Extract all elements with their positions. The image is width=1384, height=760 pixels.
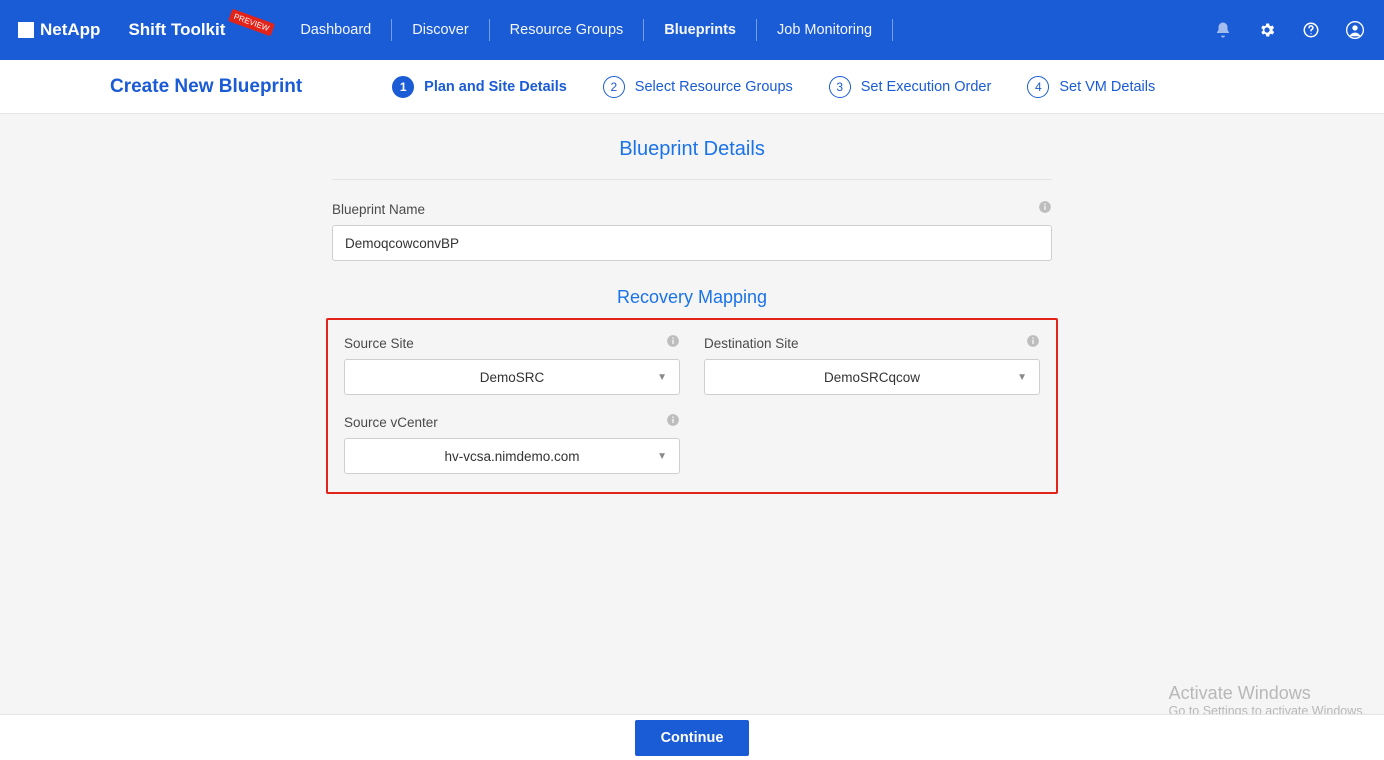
brand-text: NetApp	[40, 20, 100, 40]
preview-badge: PREVIEW	[229, 8, 276, 36]
info-icon[interactable]	[1038, 200, 1052, 219]
nav-separator	[643, 19, 644, 41]
destination-site-select[interactable]: DemoSRCqcow ▼	[704, 359, 1040, 395]
step-label: Set Execution Order	[861, 79, 992, 95]
info-icon[interactable]	[666, 334, 680, 353]
step-number: 1	[392, 76, 414, 98]
gear-icon[interactable]	[1256, 19, 1278, 41]
nav-resource-groups[interactable]: Resource Groups	[508, 18, 626, 42]
blueprint-name-input[interactable]	[332, 225, 1052, 261]
chevron-down-icon: ▼	[657, 372, 667, 383]
step-number: 2	[603, 76, 625, 98]
select-value: DemoSRCqcow	[824, 370, 920, 385]
step-set-vm-details[interactable]: 4 Set VM Details	[1027, 76, 1155, 98]
step-number: 3	[829, 76, 851, 98]
windows-watermark: Activate Windows Go to Settings to activ…	[1169, 683, 1366, 718]
nav-dashboard[interactable]: Dashboard	[298, 18, 373, 42]
wizard-stepper: Create New Blueprint 1 Plan and Site Det…	[0, 60, 1384, 114]
source-vcenter-select[interactable]: hv-vcsa.nimdemo.com ▼	[344, 438, 680, 474]
nav-discover[interactable]: Discover	[410, 18, 470, 42]
vcenter-row: Source vCenter hv-vcsa.nimdemo.com ▼	[344, 413, 1040, 474]
step-set-execution-order[interactable]: 3 Set Execution Order	[829, 76, 992, 98]
step-label: Set VM Details	[1059, 79, 1155, 95]
destination-site-label: Destination Site	[704, 336, 799, 351]
select-value: DemoSRC	[480, 370, 545, 385]
source-site-select[interactable]: DemoSRC ▼	[344, 359, 680, 395]
step-select-resource-groups[interactable]: 2 Select Resource Groups	[603, 76, 793, 98]
product-name: Shift Toolkit	[128, 20, 225, 40]
label-row: Blueprint Name	[332, 200, 1052, 219]
section-divider	[332, 179, 1052, 180]
empty-col	[704, 413, 1040, 474]
top-navbar: NetApp Shift Toolkit PREVIEW Dashboard D…	[0, 0, 1384, 60]
chevron-down-icon: ▼	[657, 451, 667, 462]
label-row: Source Site	[344, 334, 680, 353]
wizard-footer: Continue	[0, 714, 1384, 760]
select-value: hv-vcsa.nimdemo.com	[444, 449, 579, 464]
step-label: Plan and Site Details	[424, 79, 567, 95]
chevron-down-icon: ▼	[1017, 372, 1027, 383]
source-site-col: Source Site DemoSRC ▼	[344, 334, 680, 395]
nav-job-monitoring[interactable]: Job Monitoring	[775, 18, 874, 42]
primary-nav: Dashboard Discover Resource Groups Bluep…	[298, 18, 911, 42]
netapp-logo-icon	[18, 22, 34, 38]
site-row: Source Site DemoSRC ▼ Destination Site	[344, 334, 1040, 395]
main-content: Blueprint Details Blueprint Name Recover…	[0, 114, 1384, 494]
nav-separator	[489, 19, 490, 41]
label-row: Source vCenter	[344, 413, 680, 432]
info-icon[interactable]	[1026, 334, 1040, 353]
step-plan-and-site-details[interactable]: 1 Plan and Site Details	[392, 76, 567, 98]
nav-separator	[892, 19, 893, 41]
recovery-mapping-heading: Recovery Mapping	[0, 287, 1384, 308]
bell-icon[interactable]	[1212, 19, 1234, 41]
steps-container: 1 Plan and Site Details 2 Select Resourc…	[392, 76, 1155, 98]
blueprint-details-heading: Blueprint Details	[0, 138, 1384, 161]
brand-logo: NetApp	[18, 20, 100, 40]
step-label: Select Resource Groups	[635, 79, 793, 95]
step-number: 4	[1027, 76, 1049, 98]
blueprint-name-label: Blueprint Name	[332, 202, 425, 217]
watermark-title: Activate Windows	[1169, 683, 1366, 704]
continue-button[interactable]: Continue	[635, 720, 750, 756]
user-icon[interactable]	[1344, 19, 1366, 41]
page-title: Create New Blueprint	[110, 76, 302, 98]
nav-separator	[756, 19, 757, 41]
label-row: Destination Site	[704, 334, 1040, 353]
help-icon[interactable]	[1300, 19, 1322, 41]
blueprint-details-form: Blueprint Name	[332, 200, 1052, 261]
info-icon[interactable]	[666, 413, 680, 432]
source-vcenter-label: Source vCenter	[344, 415, 438, 430]
top-right-actions	[1212, 19, 1366, 41]
recovery-mapping-section: Source Site DemoSRC ▼ Destination Site	[326, 318, 1058, 494]
nav-blueprints[interactable]: Blueprints	[662, 18, 738, 42]
source-vcenter-col: Source vCenter hv-vcsa.nimdemo.com ▼	[344, 413, 680, 474]
source-site-label: Source Site	[344, 336, 414, 351]
nav-separator	[391, 19, 392, 41]
destination-site-col: Destination Site DemoSRCqcow ▼	[704, 334, 1040, 395]
